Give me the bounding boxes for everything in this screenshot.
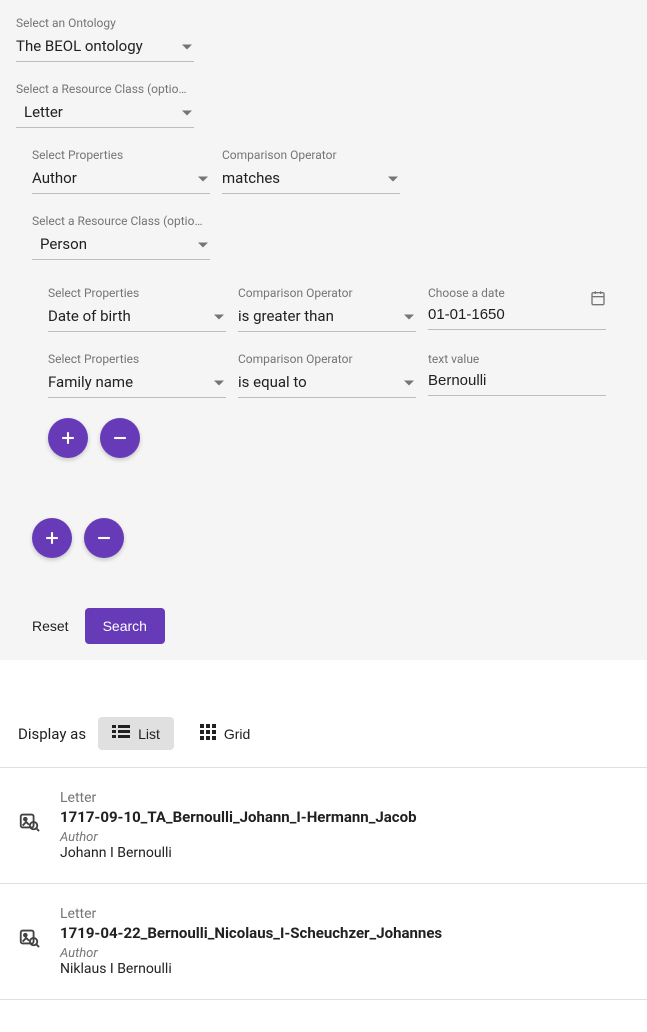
chevron-down-icon — [388, 176, 398, 181]
operator-value: is greater than — [238, 307, 334, 325]
result-body: Letter 1717-09-10_TA_Bernoulli_Johann_I-… — [60, 790, 629, 861]
operator-label: Comparison Operator — [238, 286, 416, 300]
ontology-label: Select an Ontology — [16, 16, 631, 30]
chevron-down-icon — [214, 314, 224, 319]
operator-col: Comparison Operator matches — [222, 148, 400, 194]
operator-select-eq[interactable]: is equal to — [238, 368, 416, 398]
value-label: text value — [428, 352, 606, 366]
property-select-author[interactable]: Author — [32, 164, 210, 194]
action-row: Reset Search — [16, 608, 631, 644]
text-value-input[interactable] — [428, 368, 606, 396]
operator-col: Comparison Operator is greater than — [238, 286, 416, 332]
nested-resource-class-select[interactable]: Person — [32, 230, 210, 260]
value-col: text value — [428, 352, 606, 398]
operator-col: Comparison Operator is equal to — [238, 352, 416, 398]
ontology-field: Select an Ontology The BEOL ontology — [16, 16, 631, 62]
operator-label: Comparison Operator — [238, 352, 416, 366]
reset-button[interactable]: Reset — [32, 618, 69, 634]
property-value: Author — [32, 169, 77, 187]
operator-value: matches — [222, 169, 280, 187]
search-button[interactable]: Search — [85, 608, 165, 644]
property-row-date: Select Properties Date of birth Comparis… — [16, 286, 631, 332]
resource-class-field: Select a Resource Class (optio… Letter — [16, 82, 631, 128]
grid-label: Grid — [224, 726, 250, 742]
property-label: Select Properties — [48, 352, 226, 366]
result-body: Letter 1719-04-22_Bernoulli_Nicolaus_I-S… — [60, 906, 629, 977]
operator-value: is equal to — [238, 373, 307, 391]
display-as-label: Display as — [18, 725, 86, 743]
date-input[interactable] — [428, 302, 606, 330]
operator-select-gt[interactable]: is greater than — [238, 302, 416, 332]
chevron-down-icon — [404, 380, 414, 385]
result-item[interactable]: Letter 1719-04-22_Bernoulli_Nicolaus_I-S… — [0, 884, 647, 1000]
operator-select-matches[interactable]: matches — [222, 164, 400, 194]
list-label: List — [138, 726, 160, 742]
resource-class-select[interactable]: Letter — [16, 98, 194, 128]
result-title: 1717-09-10_TA_Bernoulli_Johann_I-Hermann… — [60, 808, 629, 826]
display-bar: Display as List Grid — [0, 700, 647, 768]
result-meta-value: Johann I Bernoulli — [60, 845, 629, 861]
ontology-value: The BEOL ontology — [16, 37, 143, 55]
operator-label: Comparison Operator — [222, 148, 400, 162]
calendar-icon[interactable] — [590, 290, 606, 310]
property-col: Select Properties Date of birth — [48, 286, 226, 332]
remove-resource-button[interactable] — [84, 518, 124, 558]
result-meta-label: Author — [60, 830, 629, 845]
add-resource-button[interactable] — [32, 518, 72, 558]
property-value: Family name — [48, 373, 133, 391]
property-col: Select Properties Author — [32, 148, 210, 194]
chevron-down-icon — [182, 44, 192, 49]
result-meta-value: Niklaus I Bernoulli — [60, 961, 629, 977]
property-label: Select Properties — [48, 286, 226, 300]
result-type: Letter — [60, 906, 629, 922]
property-select-dob[interactable]: Date of birth — [48, 302, 226, 332]
chevron-down-icon — [404, 314, 414, 319]
chevron-down-icon — [182, 110, 192, 115]
property-row-author: Select Properties Author Comparison Oper… — [16, 148, 631, 194]
grid-view-button[interactable]: Grid — [186, 716, 264, 751]
result-meta-label: Author — [60, 946, 629, 961]
nested-resource-class-label: Select a Resource Class (optio… — [32, 214, 210, 228]
ontology-select[interactable]: The BEOL ontology — [16, 32, 194, 62]
property-label: Select Properties — [32, 148, 210, 162]
nested-resource-class-field: Select a Resource Class (optio… Person — [16, 214, 631, 260]
property-value: Date of birth — [48, 307, 131, 325]
chevron-down-icon — [214, 380, 224, 385]
inner-fab-row — [16, 418, 631, 458]
image-search-icon — [18, 926, 40, 952]
outer-fab-row — [16, 518, 631, 558]
nested-resource-class-value: Person — [32, 235, 87, 253]
property-row-familyname: Select Properties Family name Comparison… — [16, 352, 631, 398]
property-select-familyname[interactable]: Family name — [48, 368, 226, 398]
value-col: Choose a date — [428, 286, 606, 332]
list-view-button[interactable]: List — [98, 717, 174, 750]
chevron-down-icon — [198, 242, 208, 247]
grid-icon — [200, 724, 216, 743]
result-item[interactable]: Letter 1717-09-10_TA_Bernoulli_Johann_I-… — [0, 768, 647, 884]
list-icon — [112, 725, 130, 742]
chevron-down-icon — [198, 176, 208, 181]
property-col: Select Properties Family name — [48, 352, 226, 398]
add-property-button[interactable] — [48, 418, 88, 458]
image-search-icon — [18, 810, 40, 836]
resource-class-label: Select a Resource Class (optio… — [16, 82, 194, 96]
search-form: Select an Ontology The BEOL ontology Sel… — [0, 0, 647, 660]
remove-property-button[interactable] — [100, 418, 140, 458]
result-title: 1719-04-22_Bernoulli_Nicolaus_I-Scheuchz… — [60, 924, 629, 942]
results-list: Letter 1717-09-10_TA_Bernoulli_Johann_I-… — [0, 768, 647, 1000]
resource-class-value: Letter — [16, 103, 63, 121]
value-label: Choose a date — [428, 286, 606, 300]
result-type: Letter — [60, 790, 629, 806]
